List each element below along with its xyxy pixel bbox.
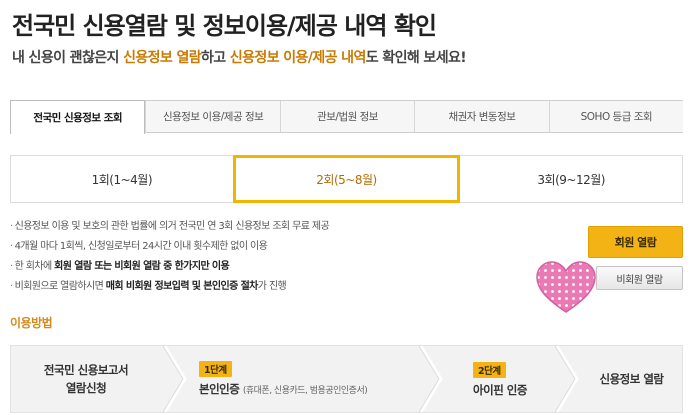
notice-item: · 비회원으로 열람하시면 매회 비회원 정보입력 및 본인인증 절차가 진행	[10, 277, 530, 297]
chevron-right-icon	[555, 346, 579, 412]
round-selector: 1회(1~4월) 2회(5~8월) 3회(9~12월)	[10, 155, 683, 203]
notice-item: · 4개월 마다 1회씩, 신청일로부터 24시간 이내 횟수제한 없이 이용	[10, 237, 530, 257]
step-ipin-label: 아이핀 인증	[473, 383, 527, 397]
bullet-icon: ·	[10, 261, 13, 272]
step-identity-label: 본인인증	[199, 382, 240, 396]
subtitle-highlight-1: 신용정보 열람	[123, 50, 202, 66]
subtitle-highlight-2: 신용정보 이용/제공 내역	[229, 50, 366, 66]
step-apply: 전국민 신용보고서 열람신청	[11, 346, 161, 412]
step-apply-line2: 열람신청	[65, 381, 107, 395]
notice-text: 신용정보 이용 및 보호의 관한 법률에 의거 전국민 연 3회 신용정보 조회…	[14, 221, 330, 232]
guest-view-button[interactable]: 비회원 열람	[596, 266, 683, 290]
round-option-2[interactable]: 2회(5~8월)	[232, 155, 461, 203]
bullet-icon: ·	[10, 281, 13, 292]
bullet-icon: ·	[10, 241, 13, 252]
tab-bar: 전국민 신용정보 조회 신용정보 이용/제공 정보 관보/법원 정보 채권자 변…	[10, 100, 683, 134]
bullet-icon: ·	[10, 221, 13, 232]
heart-icon	[536, 261, 596, 313]
notice-list: · 신용정보 이용 및 보호의 관한 법률에 의거 전국민 연 3회 신용정보 조…	[10, 217, 530, 297]
round-option-3[interactable]: 3회(9~12월)	[460, 156, 682, 202]
notice-text: 비회원으로 열람하시면	[14, 281, 106, 292]
step-credit-view-label: 신용정보 열람	[599, 372, 664, 386]
tab-credit-usage-info[interactable]: 신용정보 이용/제공 정보	[145, 101, 279, 132]
member-view-button[interactable]: 회원 열람	[588, 226, 683, 258]
chevron-right-icon	[163, 346, 187, 412]
notice-text: 한 회차에	[14, 261, 55, 272]
step-identity-methods: (휴대폰, 신용카드, 범용공인인증서)	[242, 386, 368, 396]
chevron-right-icon	[419, 346, 443, 412]
page-title: 전국민 신용열람 및 정보이용/제공 내역 확인	[12, 12, 437, 40]
notice-item: · 신용정보 이용 및 보호의 관한 법률에 의거 전국민 연 3회 신용정보 조…	[10, 217, 530, 237]
notice-emphasis: 회원 열람 또는 비회원 열람 중 한가지만 이용	[54, 261, 230, 272]
step-badge-2: 2단계	[473, 362, 506, 378]
subtitle-text-3: 도 확인해 보세요!	[365, 50, 467, 66]
step-credit-view: 신용정보 열람	[581, 346, 682, 412]
tab-national-credit-inquiry[interactable]: 전국민 신용정보 조회	[10, 100, 146, 134]
notice-text: 4개월 마다 1회씩, 신청일로부터 24시간 이내 횟수제한 없이 이용	[14, 241, 268, 252]
usage-section-title: 이용방법	[10, 316, 53, 330]
step-badge-1: 1단계	[199, 361, 232, 377]
step-ipin-verification: 2단계 아이핀 인증	[445, 346, 555, 412]
notice-text: 가 진행	[257, 281, 287, 292]
tab-gazette-court-info[interactable]: 관보/법원 정보	[279, 101, 414, 132]
notice-emphasis: 매회 비회원 정보입력 및 본인인증 절차	[105, 281, 259, 292]
notice-item: · 한 회차에 회원 열람 또는 비회원 열람 중 한가지만 이용	[10, 257, 530, 277]
subtitle-text-2: 하고	[201, 50, 230, 66]
tab-soho-grade[interactable]: SOHO 등급 조회	[548, 101, 683, 132]
round-option-1[interactable]: 1회(1~4월)	[11, 156, 233, 202]
step-identity-verification: 1단계 본인인증 (휴대폰, 신용카드, 범용공인인증서)	[189, 346, 419, 412]
step-apply-line1: 전국민 신용보고서	[43, 363, 129, 377]
usage-steps: 전국민 신용보고서 열람신청 1단계 본인인증 (휴대폰, 신용카드, 범용공인…	[10, 345, 683, 413]
step-identity-label-row: 본인인증 (휴대폰, 신용카드, 범용공인인증서)	[199, 380, 409, 400]
tab-creditor-change-info[interactable]: 채권자 변동정보	[414, 101, 548, 132]
subtitle-text-1: 내 신용이 괜찮은지	[12, 50, 124, 66]
page-subtitle: 내 신용이 괜찮은지 신용정보 열람하고 신용정보 이용/제공 내역도 확인해 …	[12, 47, 467, 67]
